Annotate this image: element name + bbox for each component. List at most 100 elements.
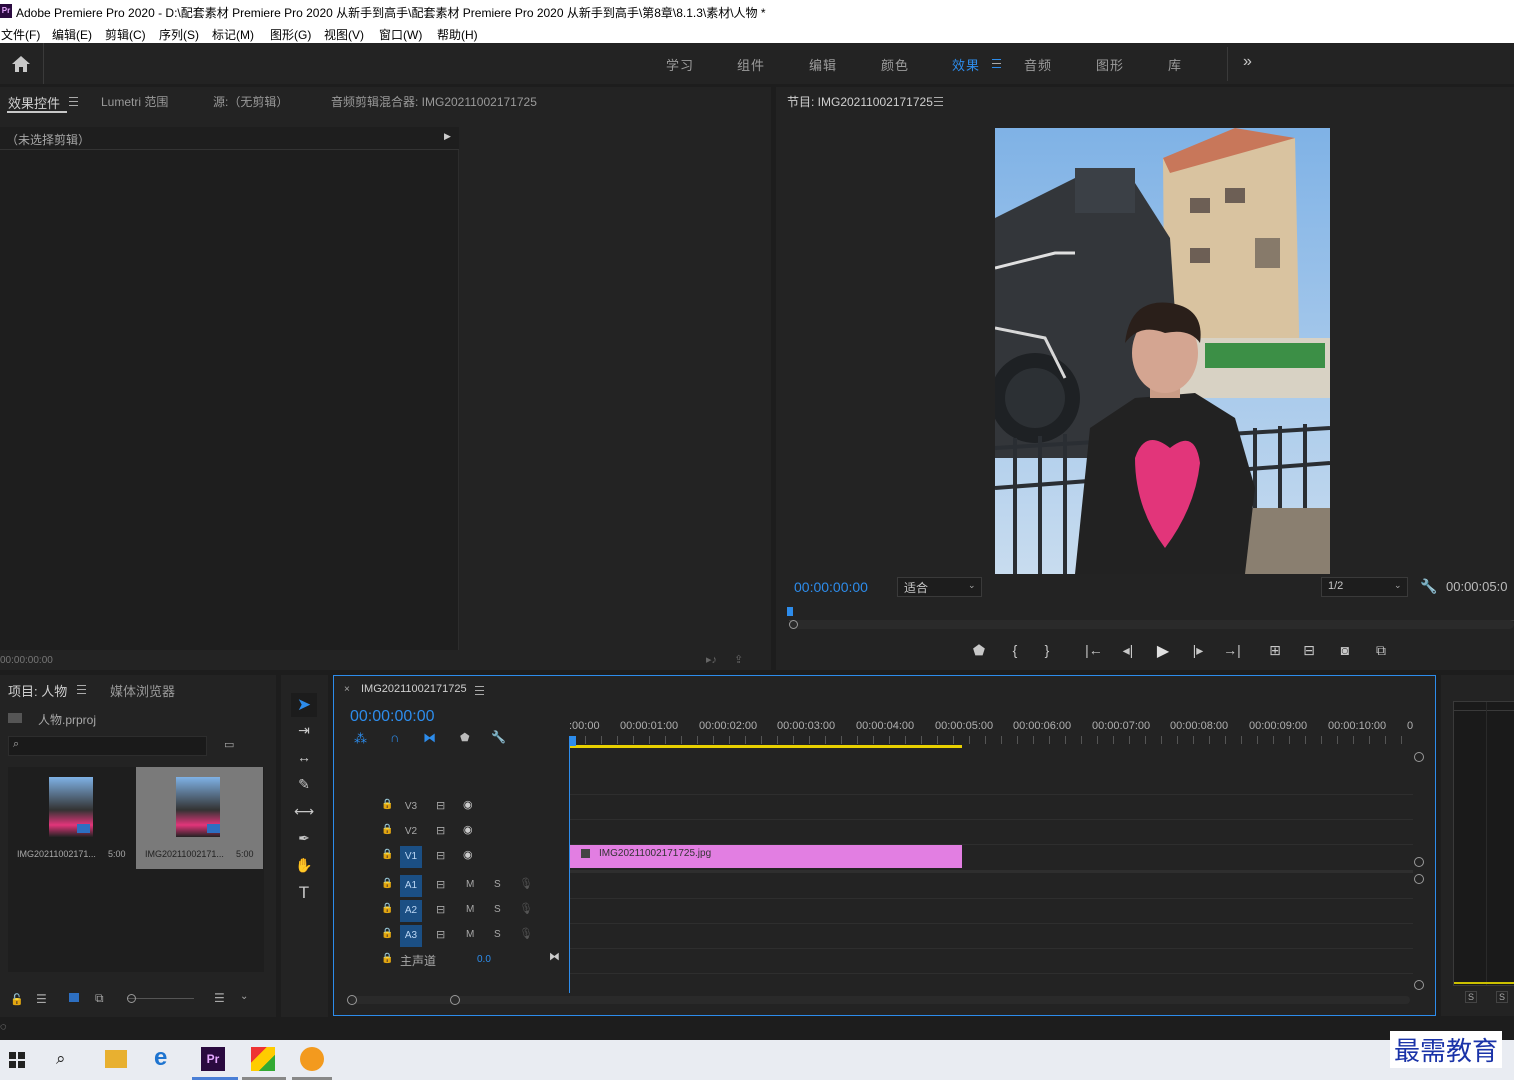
scroll-handle[interactable] bbox=[1414, 874, 1424, 884]
workspace-tab-editing[interactable]: 编辑 bbox=[809, 55, 837, 74]
type-tool-icon[interactable]: T bbox=[294, 883, 314, 903]
eye-icon[interactable]: ◉ bbox=[463, 823, 473, 836]
timeline-ruler[interactable]: :00:00 00:00:01:00 00:00:02:00 00:00:03:… bbox=[569, 676, 1414, 748]
track-target-a3[interactable]: A3 bbox=[400, 925, 422, 947]
tab-lumetri-scopes[interactable]: Lumetri 范围 bbox=[101, 93, 168, 110]
go-to-in-icon[interactable]: |← bbox=[1082, 642, 1106, 658]
fit-dropdown[interactable]: 适合 ⌄ bbox=[897, 577, 982, 597]
mute-button[interactable]: M bbox=[466, 929, 474, 940]
sync-lock-icon[interactable]: ⊟ bbox=[436, 799, 445, 812]
program-menu-icon[interactable] bbox=[934, 97, 943, 106]
selection-tool-icon[interactable]: ➤ bbox=[294, 695, 314, 715]
menu-marker[interactable]: 标记(M) bbox=[212, 26, 254, 43]
workspace-overflow-button[interactable]: » bbox=[1243, 53, 1253, 71]
solo-left-button[interactable]: S bbox=[1465, 991, 1478, 1003]
play-icon[interactable]: ▶ bbox=[1154, 641, 1172, 661]
lock-icon[interactable]: 🔓 bbox=[10, 993, 24, 1006]
timeline-clip[interactable]: IMG20211002171725.jpg bbox=[570, 845, 962, 868]
edge-browser-icon[interactable]: e bbox=[154, 1044, 167, 1072]
go-to-out-icon[interactable]: →| bbox=[1220, 642, 1244, 658]
mute-button[interactable]: M bbox=[466, 879, 474, 890]
windows-start-icon[interactable] bbox=[9, 1052, 25, 1068]
sync-lock-icon[interactable]: ⊟ bbox=[436, 824, 445, 837]
snap-magnet-icon[interactable]: ∩ bbox=[390, 730, 399, 745]
track-select-tool-icon[interactable]: ⇥ bbox=[294, 722, 314, 739]
go-to-edit-icon[interactable]: ⧓ bbox=[549, 950, 560, 963]
workspace-tab-audio[interactable]: 音频 bbox=[1024, 55, 1052, 74]
panel-menu-icon[interactable] bbox=[69, 97, 78, 106]
eye-icon[interactable]: ◉ bbox=[463, 848, 473, 861]
lock-icon[interactable]: 🔒 bbox=[381, 878, 393, 889]
workspace-tab-assembly[interactable]: 组件 bbox=[737, 55, 765, 74]
mute-button[interactable]: M bbox=[466, 904, 474, 915]
sync-lock-icon[interactable]: ⊟ bbox=[436, 849, 445, 862]
sync-lock-icon[interactable]: ⊟ bbox=[436, 878, 445, 891]
scroll-handle[interactable] bbox=[1414, 857, 1424, 867]
search-icon[interactable]: ⌕ bbox=[56, 1049, 66, 1069]
comparison-view-icon[interactable]: ⧉ bbox=[1370, 642, 1392, 659]
project-menu-icon[interactable] bbox=[77, 685, 86, 694]
microphone-icon[interactable]: 🎙 bbox=[519, 927, 533, 940]
scroll-handle[interactable] bbox=[1414, 752, 1424, 762]
lock-icon[interactable]: 🔒 bbox=[381, 953, 393, 964]
menu-graphics[interactable]: 图形(G) bbox=[270, 26, 311, 43]
workspace-menu-icon[interactable] bbox=[992, 59, 1001, 68]
timeline-settings-wrench-icon[interactable]: 🔧 bbox=[491, 730, 506, 744]
project-item[interactable]: IMG20211002171... 5:00 bbox=[8, 767, 136, 869]
lock-icon[interactable]: 🔒 bbox=[381, 799, 393, 810]
pen-tool-icon[interactable]: ✒ bbox=[294, 830, 314, 847]
zoom-slider[interactable] bbox=[128, 998, 194, 999]
project-item-selected[interactable]: IMG20211002171... 5:00 bbox=[136, 767, 263, 869]
scroll-handle[interactable] bbox=[347, 995, 357, 1005]
slip-tool-icon[interactable]: ⟷ bbox=[294, 803, 314, 820]
track-target-a1[interactable]: A1 bbox=[400, 875, 422, 897]
track-target-v2[interactable]: V2 bbox=[400, 821, 422, 843]
new-bin-icon[interactable]: ▭ bbox=[224, 738, 234, 751]
program-playhead-timecode[interactable]: 00:00:00:00 bbox=[794, 579, 868, 595]
menu-file[interactable]: 文件(F) bbox=[1, 26, 40, 43]
play-triangle-icon[interactable]: ▶ bbox=[444, 131, 451, 142]
home-icon[interactable] bbox=[11, 55, 31, 73]
solo-right-button[interactable]: S bbox=[1496, 991, 1509, 1003]
workspace-tab-effects[interactable]: 效果 bbox=[952, 55, 980, 74]
workspace-tab-graphics[interactable]: 图形 bbox=[1096, 55, 1124, 74]
workspace-tab-libraries[interactable]: 库 bbox=[1168, 55, 1182, 74]
timeline-timecode[interactable]: 00:00:00:00 bbox=[350, 708, 435, 726]
app-icon[interactable] bbox=[251, 1047, 275, 1071]
microphone-icon[interactable]: 🎙 bbox=[519, 902, 533, 915]
tab-source[interactable]: 源:（无剪辑） bbox=[213, 93, 288, 110]
menu-window[interactable]: 窗口(W) bbox=[379, 26, 422, 43]
menu-edit[interactable]: 编辑(E) bbox=[52, 26, 92, 43]
premiere-taskbar-icon[interactable]: Pr bbox=[201, 1047, 225, 1071]
work-area-bar[interactable] bbox=[569, 745, 962, 748]
linked-selection-icon[interactable]: ⧓ bbox=[423, 730, 436, 746]
program-time-ruler[interactable] bbox=[789, 606, 1514, 621]
timeline-menu-icon[interactable] bbox=[475, 686, 484, 695]
lift-icon[interactable]: ⊞ bbox=[1264, 642, 1286, 659]
lock-icon[interactable]: 🔒 bbox=[381, 824, 393, 835]
resolution-dropdown[interactable]: 1/2 ⌄ bbox=[1321, 577, 1408, 597]
tab-effect-controls[interactable]: 效果控件 bbox=[8, 93, 60, 112]
mark-out-icon[interactable]: } bbox=[1040, 642, 1054, 658]
sync-lock-icon[interactable]: ⊟ bbox=[436, 928, 445, 941]
scroll-handle[interactable] bbox=[1414, 980, 1424, 990]
lock-icon[interactable]: 🔒 bbox=[381, 849, 393, 860]
track-target-a2[interactable]: A2 bbox=[400, 900, 422, 922]
razor-tool-icon[interactable]: ✎ bbox=[294, 776, 314, 793]
track-target-v1[interactable]: V1 bbox=[400, 846, 422, 868]
list-view-icon[interactable]: ☰ bbox=[36, 992, 47, 1006]
timeline-horizontal-scrollbar[interactable] bbox=[350, 996, 1410, 1004]
file-explorer-icon[interactable] bbox=[105, 1050, 127, 1068]
settings-wrench-icon[interactable]: 🔧 bbox=[1420, 578, 1437, 595]
master-volume-value[interactable]: 0.0 bbox=[477, 954, 491, 965]
tab-media-browser[interactable]: 媒体浏览器 bbox=[110, 681, 175, 700]
project-search-input[interactable]: ⌕ bbox=[8, 736, 207, 756]
ripple-edit-tool-icon[interactable]: ↔ bbox=[294, 749, 314, 765]
program-playhead[interactable] bbox=[787, 607, 793, 616]
nest-icon[interactable]: ⁂ bbox=[354, 731, 367, 747]
filter-audio-icon[interactable]: ▸♪ bbox=[706, 653, 717, 666]
tab-project[interactable]: 项目: 人物 bbox=[8, 681, 67, 700]
workspace-tab-color[interactable]: 颜色 bbox=[881, 55, 909, 74]
icon-view-icon[interactable] bbox=[69, 993, 79, 1002]
eye-icon[interactable]: ◉ bbox=[463, 798, 473, 811]
